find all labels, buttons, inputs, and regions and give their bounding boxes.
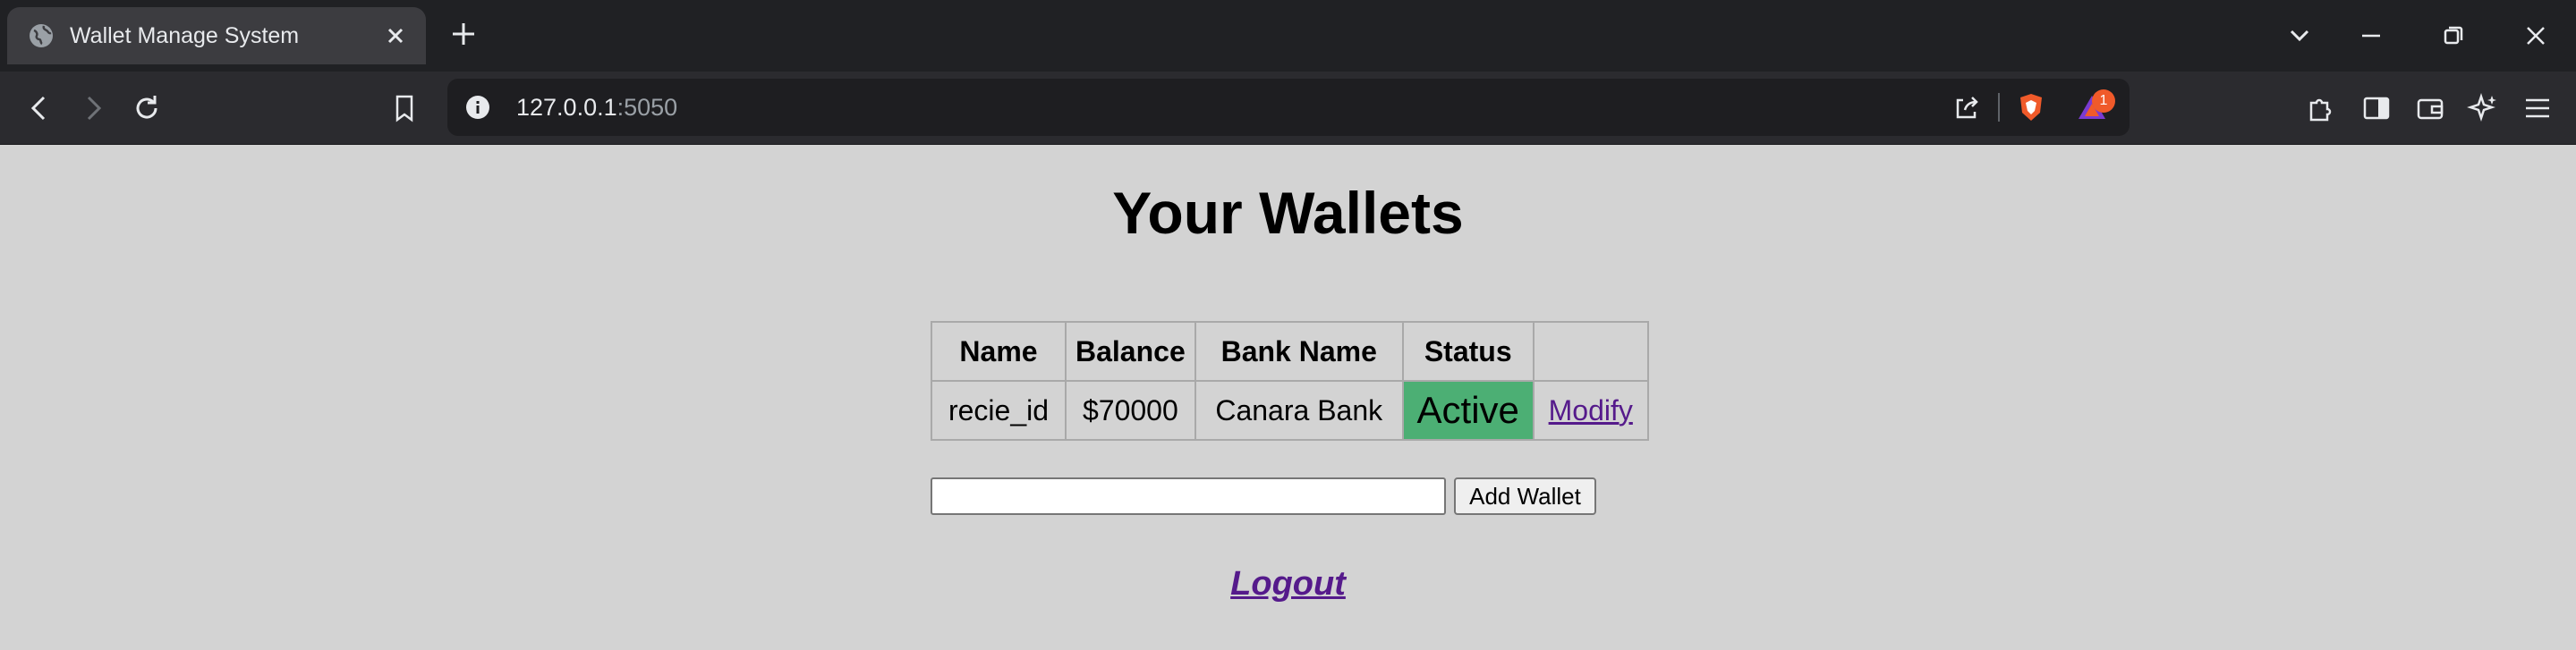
column-header-name: Name	[931, 321, 1067, 382]
logout-link[interactable]: Logout	[1230, 565, 1346, 603]
add-wallet-button[interactable]: Add Wallet	[1454, 477, 1596, 515]
url-text: 127.0.0.1:5050	[516, 79, 677, 136]
column-header-status: Status	[1401, 321, 1535, 382]
bookmark-icon[interactable]	[387, 90, 422, 126]
rewards-badge: 1	[2092, 89, 2115, 113]
brave-shields-icon[interactable]	[2015, 91, 2047, 123]
column-header-action	[1532, 321, 1649, 382]
menu-icon[interactable]	[2520, 90, 2555, 126]
page-title: Your Wallets	[1112, 180, 1464, 246]
column-header-balance: Balance	[1065, 321, 1196, 382]
url-port: :5050	[616, 94, 678, 121]
tab-search-chevron-down-icon[interactable]	[2282, 18, 2317, 54]
minimize-icon[interactable]	[2353, 18, 2389, 54]
restore-icon[interactable]	[2436, 18, 2471, 54]
close-tab-icon[interactable]	[381, 21, 410, 50]
site-info-icon[interactable]	[463, 93, 492, 122]
logout-container: Logout	[0, 565, 2576, 604]
tab-title: Wallet Manage System	[70, 23, 300, 48]
close-window-icon[interactable]	[2518, 18, 2554, 54]
omnibox-divider	[1998, 93, 2000, 122]
page-content: Your Wallets Name Balance Bank Name Stat…	[0, 145, 2576, 650]
leo-ai-icon[interactable]	[2466, 90, 2502, 126]
column-header-bank-name: Bank Name	[1194, 321, 1404, 382]
reload-icon[interactable]	[129, 90, 165, 126]
cell-balance: $70000	[1065, 380, 1196, 441]
forward-icon[interactable]	[75, 90, 111, 126]
browser-tab[interactable]: Wallet Manage System	[7, 7, 426, 64]
back-icon[interactable]	[21, 90, 57, 126]
cell-action: Modify	[1532, 380, 1649, 441]
status-badge: Active	[1401, 380, 1535, 441]
browser-tab-strip: Wallet Manage System	[0, 0, 2576, 72]
share-icon[interactable]	[1951, 91, 1983, 123]
modify-link[interactable]: Modify	[1549, 394, 1633, 426]
sidebar-icon[interactable]	[2359, 90, 2394, 126]
new-tab-icon[interactable]	[447, 18, 480, 50]
table-header-row: Name Balance Bank Name Status	[931, 321, 1649, 382]
cell-wallet-name: recie_id	[931, 380, 1067, 441]
table-row: recie_id $70000 Canara Bank Active Modif…	[931, 380, 1649, 441]
address-bar[interactable]: 127.0.0.1:5050 1	[447, 79, 2130, 136]
wallet-name-input[interactable]	[931, 477, 1446, 515]
browser-toolbar: 127.0.0.1:5050 1	[0, 72, 2576, 145]
wallet-icon[interactable]	[2412, 90, 2448, 126]
globe-icon	[30, 24, 53, 47]
extensions-icon[interactable]	[2303, 90, 2339, 126]
url-host: 127.0.0.1	[516, 94, 617, 121]
wallets-table: Name Balance Bank Name Status recie_id $…	[931, 321, 1649, 441]
cell-bank-name: Canara Bank	[1194, 380, 1404, 441]
